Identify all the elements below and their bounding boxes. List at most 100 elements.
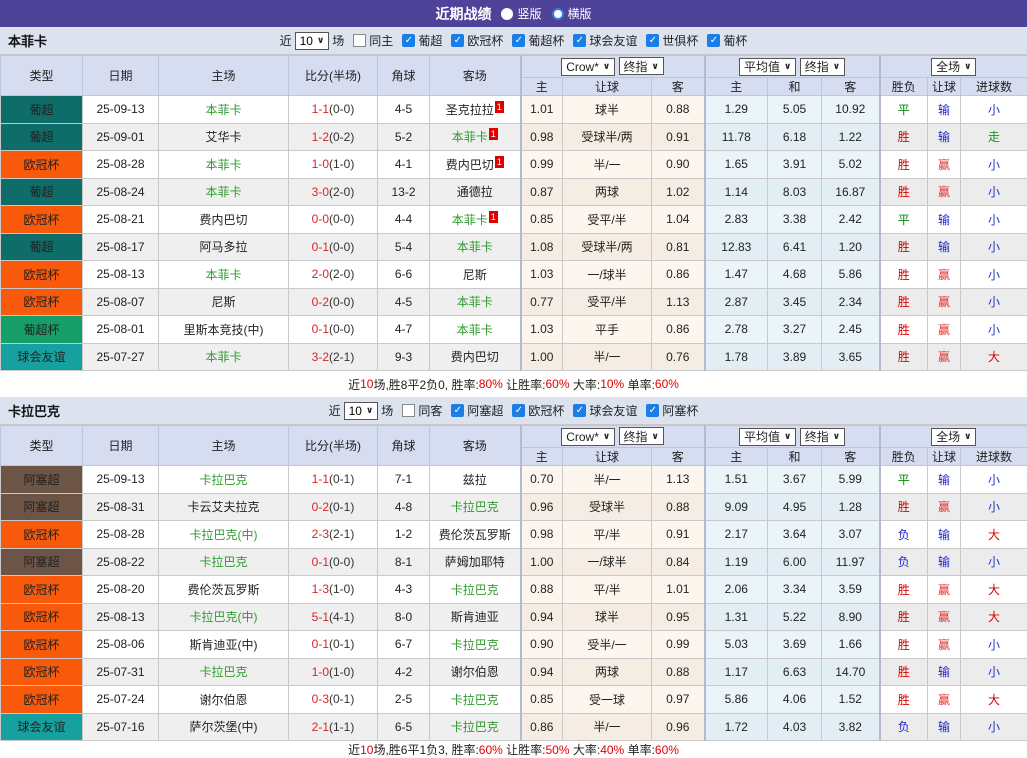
away-team[interactable]: 尼斯 xyxy=(463,268,487,282)
scope-select[interactable]: 全场∨ xyxy=(931,58,976,76)
full-time-score[interactable]: 0-1 xyxy=(312,637,329,651)
avg-source-select[interactable]: 平均值∨ xyxy=(739,58,796,76)
full-time-score[interactable]: 2-0 xyxy=(312,267,329,281)
away-team[interactable]: 兹拉 xyxy=(463,473,487,487)
away-team[interactable]: 费内巴切 xyxy=(451,350,499,364)
away-team[interactable]: 圣克拉拉 xyxy=(446,103,494,117)
league-checkbox[interactable]: ✓ xyxy=(451,404,464,417)
league-checkbox[interactable]: ✓ xyxy=(512,404,525,417)
odds-source-select[interactable]: Crow*∨ xyxy=(561,428,615,446)
full-time-score[interactable]: 2-1 xyxy=(312,720,329,734)
home-team[interactable]: 尼斯 xyxy=(211,295,235,309)
layout-vertical-option[interactable]: 竖版 xyxy=(501,5,541,22)
full-time-score[interactable]: 2-3 xyxy=(312,527,329,541)
home-team[interactable]: 谢尔伯恩 xyxy=(199,693,247,707)
home-team[interactable]: 卡拉巴克 xyxy=(199,555,247,569)
same-venue-checkbox[interactable] xyxy=(353,34,366,47)
home-team[interactable]: 费内巴切 xyxy=(199,213,247,227)
full-time-score[interactable]: 0-2 xyxy=(312,500,329,514)
home-team[interactable]: 本菲卡 xyxy=(205,185,241,199)
avg-time-select[interactable]: 终指∨ xyxy=(800,428,845,446)
full-time-score[interactable]: 3-0 xyxy=(312,185,329,199)
home-team[interactable]: 本菲卡 xyxy=(205,268,241,282)
full-time-score[interactable]: 5-1 xyxy=(312,610,329,624)
radio-unselected-icon xyxy=(552,8,564,20)
same-venue-checkbox[interactable] xyxy=(402,404,415,417)
full-time-score[interactable]: 1-0 xyxy=(312,665,329,679)
away-team[interactable]: 斯肯迪亚 xyxy=(451,610,499,624)
full-time-score[interactable]: 0-3 xyxy=(312,692,329,706)
league-checkbox[interactable]: ✓ xyxy=(402,34,415,47)
home-team[interactable]: 卡拉巴克 xyxy=(199,665,247,679)
home-team[interactable]: 本菲卡 xyxy=(205,103,241,117)
full-time-score[interactable]: 0-0 xyxy=(312,212,329,226)
away-team[interactable]: 费伦茨瓦罗斯 xyxy=(439,528,511,542)
summary-text: 60% xyxy=(479,743,503,757)
odds-time-select[interactable]: 终指∨ xyxy=(619,427,664,445)
scope-select[interactable]: 全场∨ xyxy=(931,428,976,446)
league-checkbox[interactable]: ✓ xyxy=(646,404,659,417)
home-team[interactable]: 卡拉巴克(中) xyxy=(190,528,258,542)
recent-count-select[interactable]: 10∨ xyxy=(344,402,379,420)
away-team[interactable]: 卡拉巴克 xyxy=(451,720,499,734)
home-team[interactable]: 本菲卡 xyxy=(205,350,241,364)
home-team[interactable]: 卡拉巴克 xyxy=(199,473,247,487)
away-team[interactable]: 卡拉巴克 xyxy=(451,693,499,707)
away-team[interactable]: 本菲卡 xyxy=(452,213,488,227)
league-checkbox[interactable]: ✓ xyxy=(646,34,659,47)
league-checkbox[interactable]: ✓ xyxy=(512,34,525,47)
full-time-score[interactable]: 1-0 xyxy=(312,157,329,171)
away-team[interactable]: 本菲卡 xyxy=(452,130,488,144)
average-group-header: 平均值∨ 终指∨ xyxy=(705,426,880,448)
home-team[interactable]: 卡云艾夫拉克 xyxy=(187,500,259,514)
home-team[interactable]: 卡拉巴克(中) xyxy=(190,610,258,624)
away-team[interactable]: 本菲卡 xyxy=(457,323,493,337)
home-team[interactable]: 费伦茨瓦罗斯 xyxy=(187,583,259,597)
away-team[interactable]: 通德拉 xyxy=(457,185,493,199)
home-team[interactable]: 里斯本竞技(中) xyxy=(184,323,264,337)
odds-source-select[interactable]: Crow*∨ xyxy=(561,58,615,76)
sections-container: 本菲卡近10∨场同主✓葡超✓欧冠杯✓葡超杯✓球会友谊✓世俱杯✓葡杯类型日期主场比… xyxy=(0,27,1027,758)
away-team[interactable]: 卡拉巴克 xyxy=(451,500,499,514)
full-time-score[interactable]: 1-1 xyxy=(312,102,329,116)
full-time-score[interactable]: 0-2 xyxy=(312,295,329,309)
corners: 5-4 xyxy=(378,233,430,261)
odds-handicap: 两球 xyxy=(563,658,652,686)
full-time-score[interactable]: 1-3 xyxy=(312,582,329,596)
league-checkbox[interactable]: ✓ xyxy=(451,34,464,47)
odds-home: 1.00 xyxy=(521,548,563,576)
full-time-score[interactable]: 0-1 xyxy=(312,240,329,254)
avg-source-select[interactable]: 平均值∨ xyxy=(739,428,796,446)
full-time-score[interactable]: 1-2 xyxy=(312,130,329,144)
column-header: 日期 xyxy=(83,56,159,96)
team-name[interactable]: 本菲卡 xyxy=(8,31,47,50)
home-team[interactable]: 本菲卡 xyxy=(205,158,241,172)
away-team[interactable]: 费内巴切 xyxy=(446,158,494,172)
full-time-score[interactable]: 0-1 xyxy=(312,322,329,336)
layout-horizontal-option[interactable]: 横版 xyxy=(552,5,592,22)
league-checkbox[interactable]: ✓ xyxy=(707,34,720,47)
full-time-score[interactable]: 0-1 xyxy=(312,555,329,569)
home-team[interactable]: 艾华卡 xyxy=(205,130,241,144)
full-time-score[interactable]: 3-2 xyxy=(312,350,329,364)
home-team[interactable]: 阿马多拉 xyxy=(199,240,247,254)
full-time-score[interactable]: 1-1 xyxy=(312,472,329,486)
away-team[interactable]: 本菲卡 xyxy=(457,295,493,309)
away-team[interactable]: 谢尔伯恩 xyxy=(451,665,499,679)
league-checkbox[interactable]: ✓ xyxy=(573,404,586,417)
recent-count-select[interactable]: 10∨ xyxy=(295,32,330,50)
team-name[interactable]: 卡拉巴克 xyxy=(8,401,60,420)
home-team[interactable]: 斯肯迪亚(中) xyxy=(190,638,258,652)
away-team[interactable]: 萨姆加耶特 xyxy=(445,555,505,569)
league-checkbox[interactable]: ✓ xyxy=(573,34,586,47)
red-card-badge: 1 xyxy=(489,128,498,140)
home-team[interactable]: 萨尔茨堡(中) xyxy=(190,720,258,734)
avg-home: 2.17 xyxy=(705,521,768,549)
away-team[interactable]: 卡拉巴克 xyxy=(451,583,499,597)
home-team-cell: 卡云艾夫拉克 xyxy=(159,493,289,521)
odds-handicap: 受半/一 xyxy=(563,631,652,659)
avg-time-select[interactable]: 终指∨ xyxy=(800,58,845,76)
away-team[interactable]: 卡拉巴克 xyxy=(451,638,499,652)
away-team[interactable]: 本菲卡 xyxy=(457,240,493,254)
odds-time-select[interactable]: 终指∨ xyxy=(619,57,664,75)
